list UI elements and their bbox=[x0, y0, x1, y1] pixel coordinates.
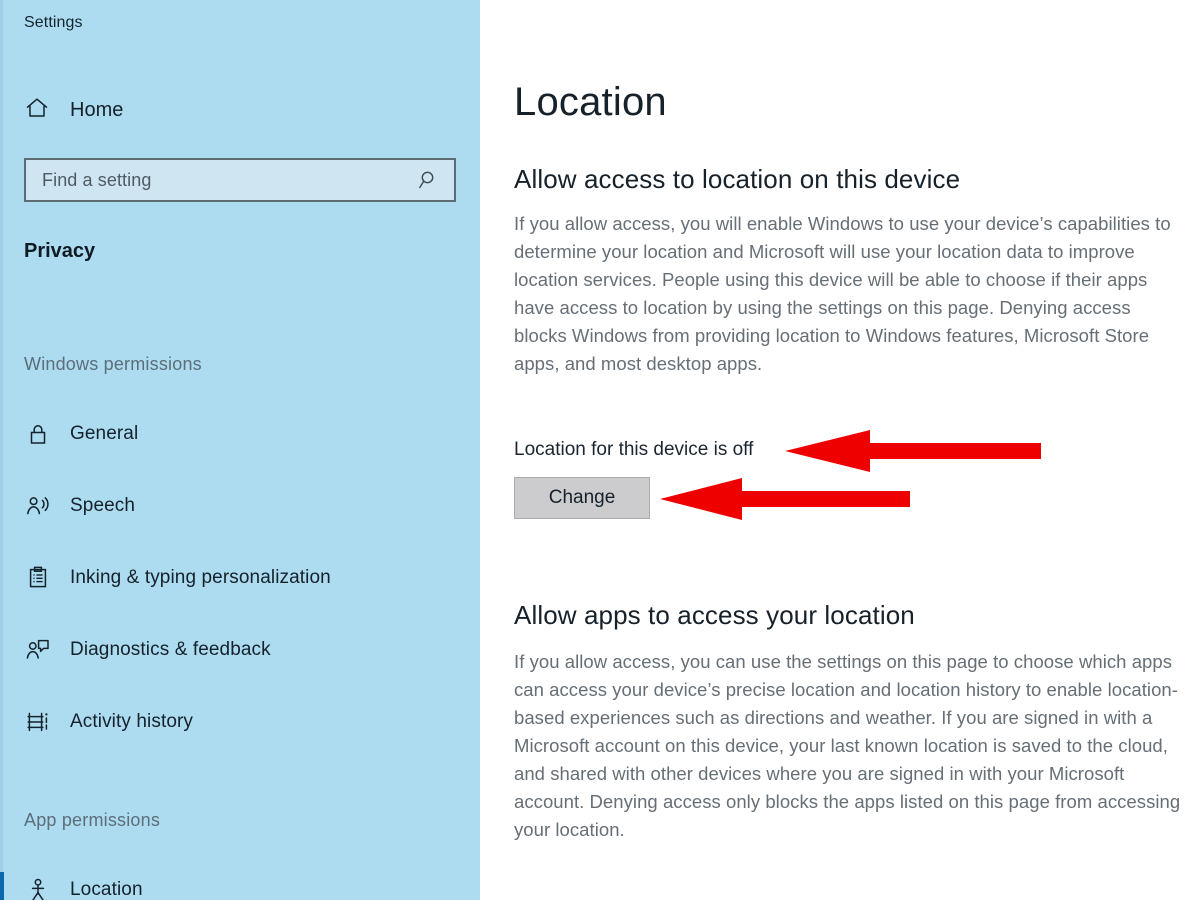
sidebar-item-general[interactable]: General bbox=[0, 410, 480, 458]
clipboard-icon bbox=[24, 564, 52, 592]
home-icon bbox=[24, 95, 50, 126]
sidebar-group-title-windows-permissions: Windows permissions bbox=[24, 354, 202, 374]
selected-indicator-bar bbox=[0, 872, 4, 900]
sidebar-item-inking-typing-personalization-label: Inking & typing personalization bbox=[70, 567, 331, 588]
section-body-allow-apps: If you allow access, you can use the set… bbox=[514, 651, 1181, 840]
sidebar-group-title-app-permissions: App permissions bbox=[24, 810, 161, 830]
activity-history-icon bbox=[24, 708, 52, 736]
sidebar-item-diagnostics-feedback-label: Diagnostics & feedback bbox=[70, 639, 271, 660]
sidebar-item-activity-history[interactable]: Activity history bbox=[0, 698, 480, 746]
arrow-pointing-to-status bbox=[785, 430, 1041, 472]
search-placeholder: Find a setting bbox=[42, 169, 152, 190]
sidebar-item-home-label: Home bbox=[70, 98, 124, 121]
arrow-pointing-to-change-button bbox=[660, 478, 910, 520]
section-heading-allow-apps: Allow apps to access your location bbox=[514, 600, 915, 630]
sidebar-item-general-label: General bbox=[70, 423, 139, 444]
location-person-icon bbox=[24, 876, 52, 900]
search-input[interactable]: Find a setting bbox=[24, 158, 456, 202]
sidebar-item-location-label: Location bbox=[70, 879, 143, 900]
sidebar-item-inking-typing-personalization[interactable]: Inking & typing personalization bbox=[0, 554, 480, 602]
page-title: Location bbox=[514, 80, 667, 124]
app-title-text: Settings bbox=[24, 14, 83, 31]
sidebar-item-speech-label: Speech bbox=[70, 495, 136, 516]
lock-icon bbox=[24, 420, 52, 448]
sidebar: Settings Home Find a setting Privacy Win… bbox=[0, 0, 480, 900]
search-icon[interactable] bbox=[418, 169, 440, 191]
section-body-allow-access-device: If you allow access, you will enable Win… bbox=[514, 213, 1171, 374]
sidebar-item-diagnostics-feedback[interactable]: Diagnostics & feedback bbox=[0, 626, 480, 674]
sidebar-item-activity-history-label: Activity history bbox=[70, 711, 194, 732]
sidebar-item-home[interactable]: Home bbox=[0, 88, 480, 132]
change-button[interactable]: Change bbox=[514, 477, 650, 519]
app-title: Settings bbox=[24, 14, 83, 32]
sidebar-item-speech[interactable]: Speech bbox=[0, 482, 480, 530]
sidebar-section-title-privacy: Privacy bbox=[24, 240, 96, 262]
location-status-text: Location for this device is off bbox=[514, 439, 754, 460]
settings-window: Settings Home Find a setting Privacy Win… bbox=[0, 0, 1200, 900]
person-feedback-icon bbox=[24, 636, 52, 664]
section-heading-allow-access-device: Allow access to location on this device bbox=[514, 164, 961, 194]
sidebar-item-location[interactable]: Location bbox=[0, 866, 480, 900]
speech-person-icon bbox=[24, 492, 52, 520]
